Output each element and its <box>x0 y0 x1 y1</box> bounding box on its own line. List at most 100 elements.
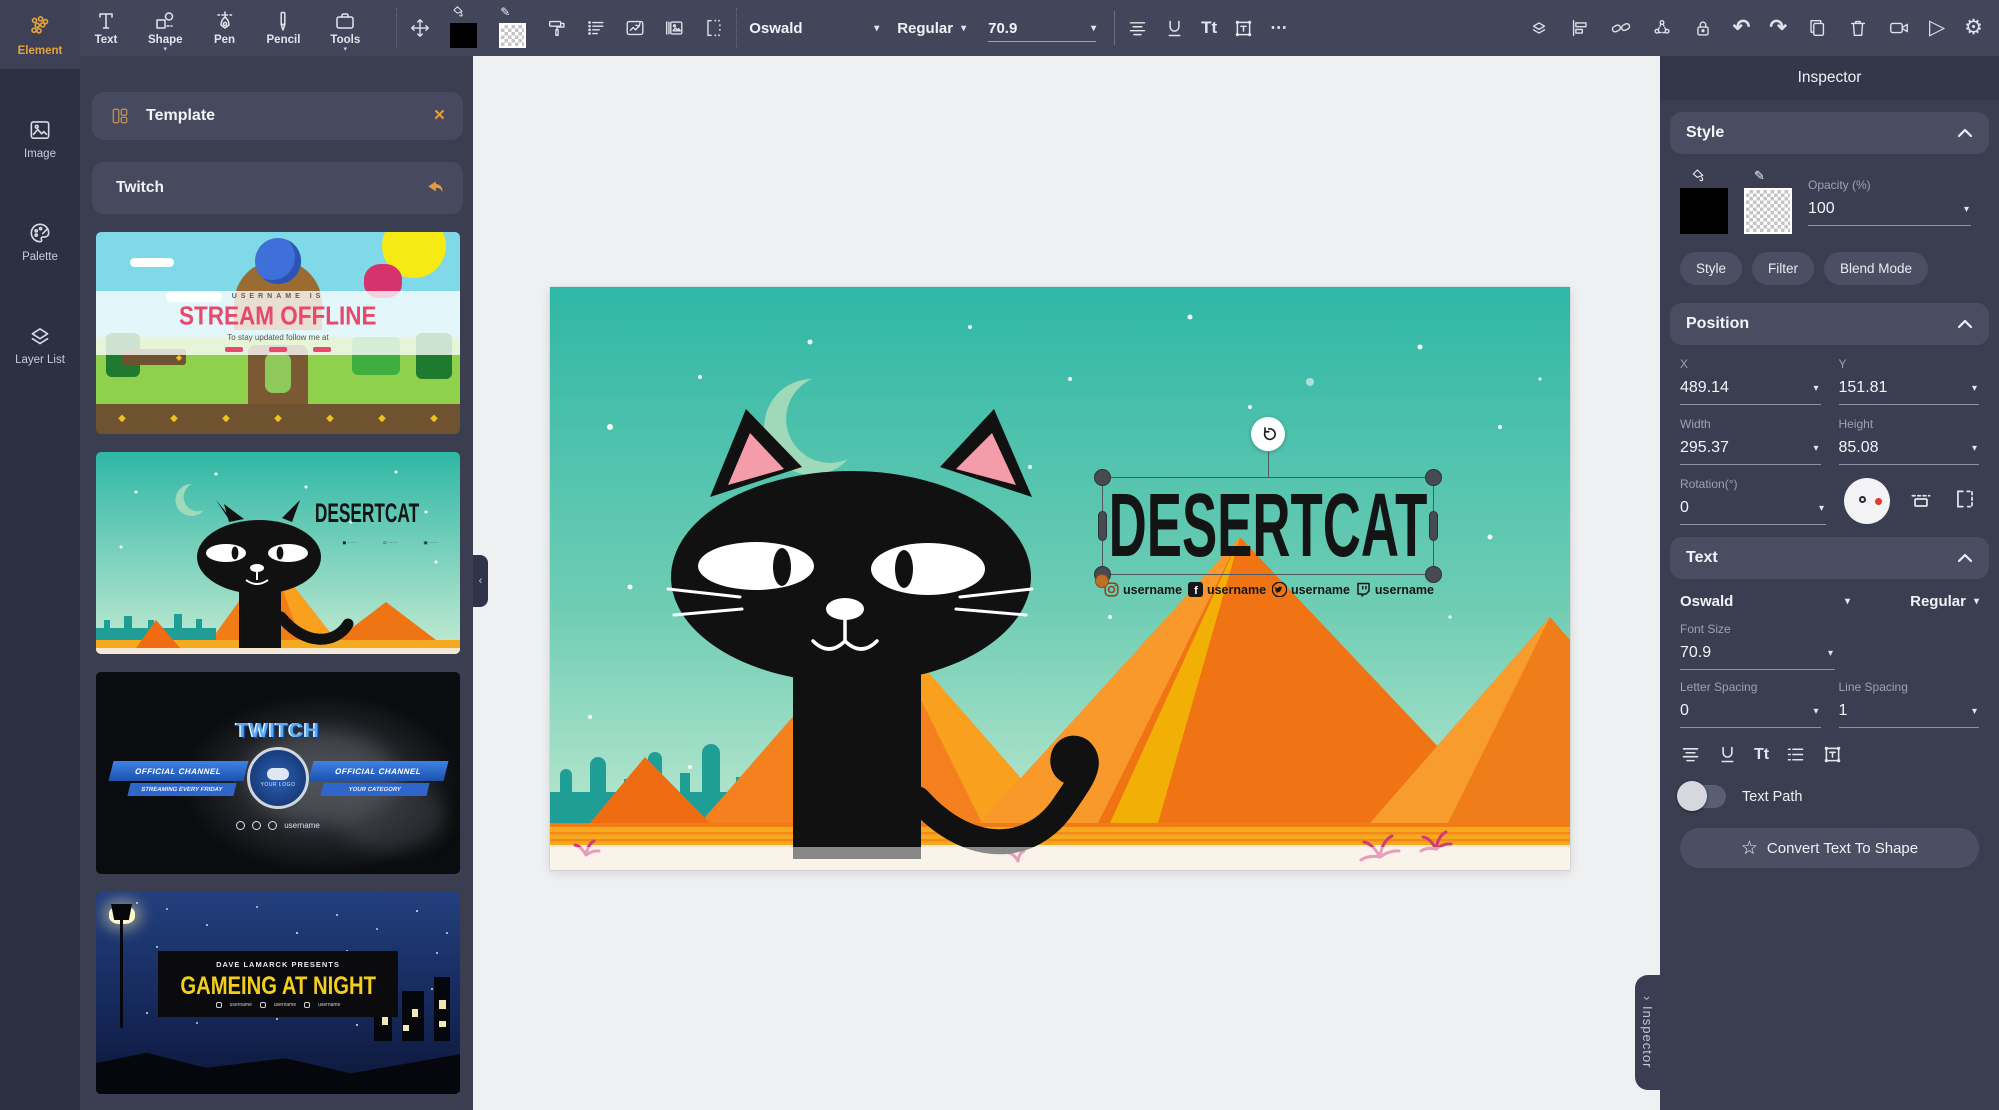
font-style-select[interactable]: Regular ▾ <box>897 20 966 37</box>
link-icon[interactable] <box>1610 17 1632 39</box>
font-size-handle[interactable] <box>1095 574 1109 588</box>
font-size-field[interactable]: Font Size 70.9▾ <box>1670 610 1845 670</box>
tools-button[interactable]: Tools ▾ <box>330 4 360 52</box>
height-field[interactable]: Height 85.08▾ <box>1839 417 1980 465</box>
template-thumbnail-stream-offline[interactable]: ◆ USERNAME IS STREAM OFFLINE To stay upd… <box>96 232 460 434</box>
undo-icon[interactable]: ↶ <box>1733 17 1751 39</box>
text-case-icon[interactable]: Tt <box>1754 746 1769 764</box>
layer-list-icon <box>27 323 53 349</box>
text-box-icon[interactable] <box>1822 744 1843 765</box>
text-case-icon[interactable]: Tt <box>1201 18 1217 38</box>
text-align-icon[interactable] <box>1680 744 1701 765</box>
x-field[interactable]: X 489.14▾ <box>1680 357 1821 405</box>
replace-image-icon[interactable] <box>624 17 646 39</box>
template-thumbnail-gameing-at-night[interactable]: DAVE LAMARCK PRESENTS GAMEING AT NIGHT u… <box>96 892 460 1094</box>
thumb-title: STREAM OFFLINE <box>179 302 376 332</box>
close-icon[interactable]: × <box>434 105 445 127</box>
layers-icon[interactable] <box>1528 17 1550 39</box>
selection-handle-top-left[interactable] <box>1094 469 1111 486</box>
position-section-header[interactable]: Position <box>1670 303 1989 345</box>
rotation-field[interactable]: Rotation(°) 0▾ <box>1680 477 1826 525</box>
style-section-header[interactable]: Style <box>1670 112 1989 154</box>
record-icon[interactable] <box>1888 17 1910 39</box>
app-window: Element Image Palette Layer List Text Sh… <box>0 0 1999 1110</box>
position-section: Position X 489.14▾ Y 151.81▾ Width 295.3… <box>1670 303 1989 525</box>
underline-icon[interactable] <box>1717 744 1738 765</box>
chevron-up-icon <box>1957 553 1973 563</box>
selection-bounding-box[interactable] <box>1102 477 1434 575</box>
font-family-select[interactable]: Oswald ▾ <box>1680 593 1850 610</box>
selection-handle-bottom-right[interactable] <box>1425 566 1442 583</box>
collapse-template-panel-tab[interactable]: ‹ <box>473 555 488 607</box>
font-style-select[interactable]: Regular ▾ <box>1910 593 1979 610</box>
selection-handle-top-right[interactable] <box>1425 469 1442 486</box>
opacity-input[interactable]: 100 ▾ <box>1808 194 1971 226</box>
letter-spacing-field[interactable]: Letter Spacing 0▾ <box>1680 680 1821 728</box>
creature-graphic <box>265 353 291 393</box>
text-align-icon[interactable] <box>1127 18 1148 39</box>
move-icon[interactable] <box>409 17 431 39</box>
style-button[interactable]: Style <box>1680 252 1742 285</box>
stroke-color-swatch[interactable]: ✎ <box>497 5 529 51</box>
paint-roller-icon[interactable] <box>546 17 568 39</box>
twitch-section-header[interactable]: Twitch <box>92 162 463 214</box>
font-size-input[interactable]: 70.9 ▾ <box>988 20 1096 42</box>
redo-icon[interactable]: ↷ <box>1769 17 1787 39</box>
template-thumbnail-twitch[interactable]: TWITCH OFFICIAL CHANNEL OFFICIAL CHANNEL… <box>96 672 460 874</box>
text-box-icon[interactable] <box>1233 18 1254 39</box>
design-canvas[interactable]: DESERTCAT username f username username u… <box>550 287 1570 870</box>
rotation-dial[interactable] <box>1844 478 1890 524</box>
width-field[interactable]: Width 295.37▾ <box>1680 417 1821 465</box>
delete-icon[interactable] <box>1847 17 1869 39</box>
pen-tool-button[interactable]: Pen <box>213 4 237 46</box>
lamp-post-graphic <box>120 912 123 1028</box>
collapse-inspector-tab[interactable]: › Inspector <box>1635 975 1660 1090</box>
rotate-handle[interactable] <box>1251 417 1285 451</box>
font-family-select[interactable]: Oswald ▾ <box>749 20 879 37</box>
image-gallery-icon[interactable] <box>663 17 685 39</box>
canvas-area[interactable]: DESERTCAT username f username username u… <box>473 56 1660 1110</box>
fill-color-picker[interactable] <box>1680 168 1730 234</box>
blend-mode-button[interactable]: Blend Mode <box>1824 252 1928 285</box>
more-options-icon[interactable]: ⋯ <box>1270 18 1287 38</box>
sidebar-item-element[interactable]: Element <box>0 0 80 69</box>
list-icon[interactable] <box>1785 744 1806 765</box>
sidebar-item-image[interactable]: Image <box>0 103 80 172</box>
pencil-tool-button[interactable]: Pencil <box>267 4 301 46</box>
desertcat-mini-scene <box>96 452 460 654</box>
back-arrow-icon[interactable] <box>425 178 445 198</box>
convert-text-to-shape-button[interactable]: ☆ Convert Text To Shape <box>1680 828 1979 868</box>
settings-gear-icon[interactable]: ⚙ <box>1964 17 1983 39</box>
ribbon-sub-left: STREAMING EVERY FRIDAY <box>127 783 236 796</box>
sidebar-item-layer-list[interactable]: Layer List <box>0 309 80 378</box>
selection-handle-left[interactable] <box>1098 511 1107 541</box>
duplicate-icon[interactable] <box>1806 17 1828 39</box>
thumb-title: TWITCH <box>96 720 460 743</box>
opacity-label: Opacity (%) <box>1808 178 1871 192</box>
stroke-color-picker[interactable]: ✎ <box>1744 168 1794 234</box>
flip-horizontal-icon[interactable] <box>1952 486 1978 512</box>
flip-vertical-icon[interactable] <box>1908 486 1934 512</box>
social-twitter: username <box>1272 582 1350 597</box>
shape-tool-button[interactable]: Shape ▾ <box>148 4 183 52</box>
selection-handle-right[interactable] <box>1429 511 1438 541</box>
play-icon[interactable]: ▷ <box>1929 17 1945 39</box>
line-spacing-field[interactable]: Line Spacing 1▾ <box>1839 680 1980 728</box>
rotate-icon <box>1259 425 1277 443</box>
flip-panel-icon[interactable] <box>702 17 724 39</box>
align-objects-icon[interactable] <box>1569 17 1591 39</box>
template-thumbnail-desertcat[interactable]: DESERTCAT ◻ ······◼ ······⊙ ······▣ ····… <box>96 452 460 654</box>
y-field[interactable]: Y 151.81▾ <box>1839 357 1980 405</box>
filter-button[interactable]: Filter <box>1752 252 1814 285</box>
toolbar-divider <box>1114 11 1115 45</box>
text-tool-button[interactable]: Text <box>94 4 118 46</box>
fill-color-swatch[interactable] <box>448 5 480 51</box>
text-section-header[interactable]: Text <box>1670 537 1989 579</box>
lock-icon[interactable] <box>1692 17 1714 39</box>
sidebar-item-palette[interactable]: Palette <box>0 206 80 275</box>
chevron-down-icon: ▾ <box>344 47 348 52</box>
text-path-toggle[interactable] <box>1680 785 1726 808</box>
collaborate-icon[interactable] <box>1651 17 1673 39</box>
underline-icon[interactable] <box>1164 18 1185 39</box>
list-settings-icon[interactable] <box>585 17 607 39</box>
